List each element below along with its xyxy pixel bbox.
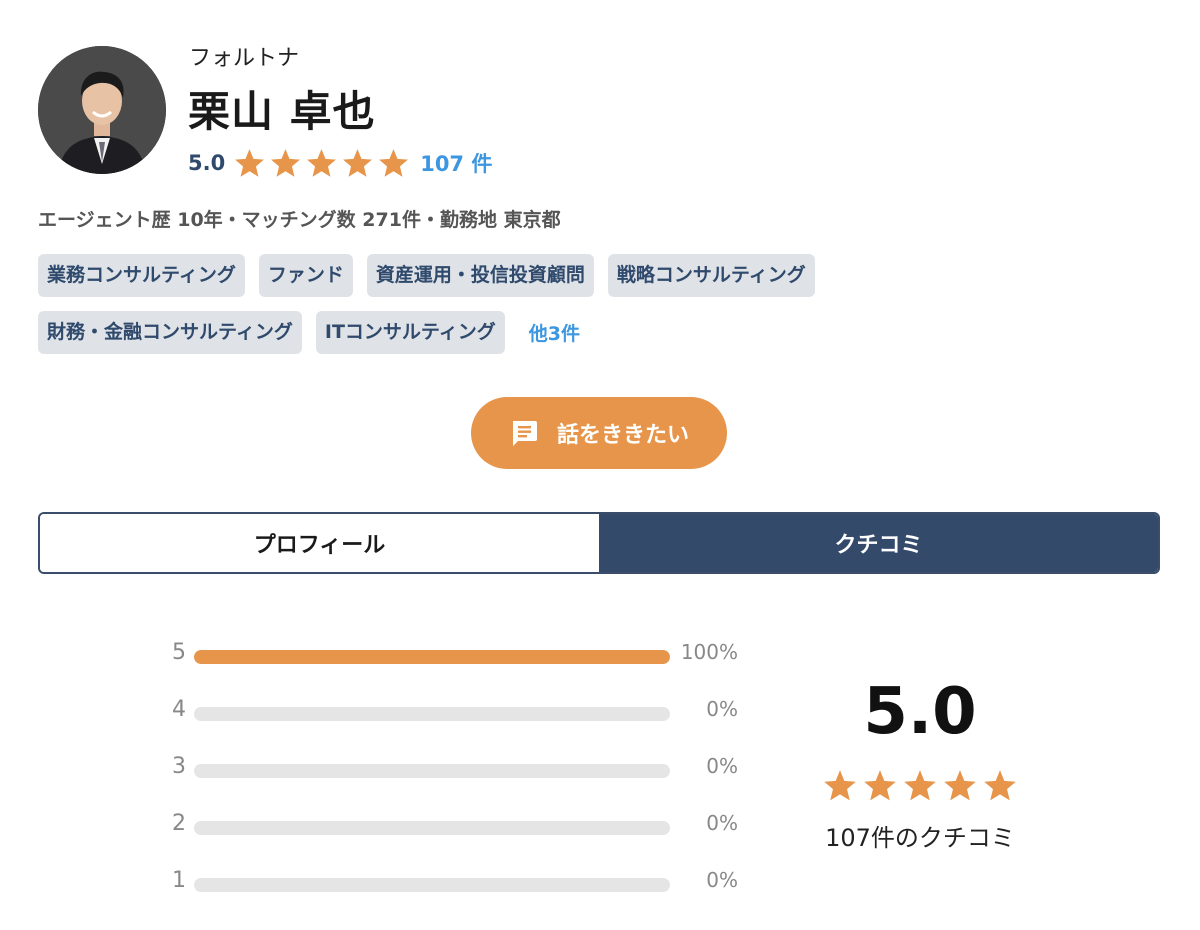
distribution-percent: 0% [706, 754, 738, 778]
summary-stars [790, 768, 1050, 804]
rating-value: 5.0 [188, 151, 226, 175]
tag-row: 業務コンサルティング ファンド 資産運用・投信投資顧問 戦略コンサルティング [38, 254, 938, 297]
summary-score: 5.0 [863, 675, 977, 749]
distribution-row-4: 4 0% [160, 697, 760, 754]
star-icon [864, 770, 896, 801]
star-icon [307, 148, 337, 177]
distribution-percent: 0% [706, 697, 738, 721]
distribution-percent: 0% [706, 868, 738, 892]
agent-avatar [38, 46, 166, 174]
distribution-star-label: 5 [172, 640, 186, 665]
contact-button[interactable]: 話をききたい [471, 397, 727, 469]
star-icon [984, 770, 1016, 801]
more-tags-link[interactable]: 他3件 [529, 319, 580, 346]
star-icon [824, 770, 856, 801]
star-icon [379, 148, 409, 177]
tab-profile[interactable]: プロフィール [40, 514, 599, 572]
tag: 戦略コンサルティング [607, 254, 815, 297]
distribution-bar-fill [194, 650, 670, 664]
company-name: フォルトナ [189, 46, 300, 71]
distribution-percent: 100% [680, 640, 738, 664]
content-tabs: プロフィール クチコミ [38, 512, 1160, 574]
tag: 資産運用・投信投資顧問 [366, 254, 594, 297]
distribution-star-label: 3 [172, 754, 186, 779]
distribution-row-1: 1 0% [160, 868, 760, 925]
specialty-tags: 業務コンサルティング ファンド 資産運用・投信投資顧問 戦略コンサルティング 財… [38, 254, 938, 368]
rating-stars [233, 147, 410, 180]
distribution-row-5: 5 100% [160, 640, 760, 697]
distribution-percent: 0% [706, 811, 738, 835]
star-icon [343, 148, 373, 177]
tag-row: 財務・金融コンサルティング ITコンサルティング 他3件 [38, 311, 938, 354]
distribution-row-2: 2 0% [160, 811, 760, 868]
distribution-star-label: 2 [172, 811, 186, 836]
rating-summary: 5.0 107件のクチコミ [790, 672, 1050, 853]
distribution-bar-track [194, 650, 670, 664]
agent-name: 栗山 卓也 [188, 87, 376, 136]
distribution-bar-track [194, 821, 670, 835]
tag: 業務コンサルティング [38, 254, 245, 297]
star-icon [235, 148, 265, 177]
distribution-bar-track [194, 878, 670, 892]
star-icon [944, 770, 976, 801]
contact-button-label: 話をききたい [556, 423, 689, 448]
star-icon [904, 770, 936, 801]
rating-row: 5.0 107 件 [188, 146, 492, 180]
rating-distribution: 5 100% 4 0% 3 0% 2 0% 1 0% [160, 640, 760, 925]
tag: ファンド [258, 254, 353, 297]
summary-review-count: 107件のクチコミ [825, 824, 1015, 852]
distribution-bar-track [194, 764, 670, 778]
review-count-link[interactable]: 107 件 [420, 148, 492, 178]
distribution-star-label: 4 [172, 697, 186, 722]
chat-bubble-icon [512, 421, 537, 446]
star-icon [271, 148, 301, 177]
tag: ITコンサルティング [315, 311, 505, 354]
distribution-bar-track [194, 707, 670, 721]
agent-meta: エージェント歴 10年・マッチング数 271件・勤務地 東京都 [38, 209, 561, 231]
distribution-star-label: 1 [172, 868, 186, 893]
tag: 財務・金融コンサルティング [38, 311, 302, 354]
tab-reviews[interactable]: クチコミ [599, 514, 1158, 572]
distribution-row-3: 3 0% [160, 754, 760, 811]
